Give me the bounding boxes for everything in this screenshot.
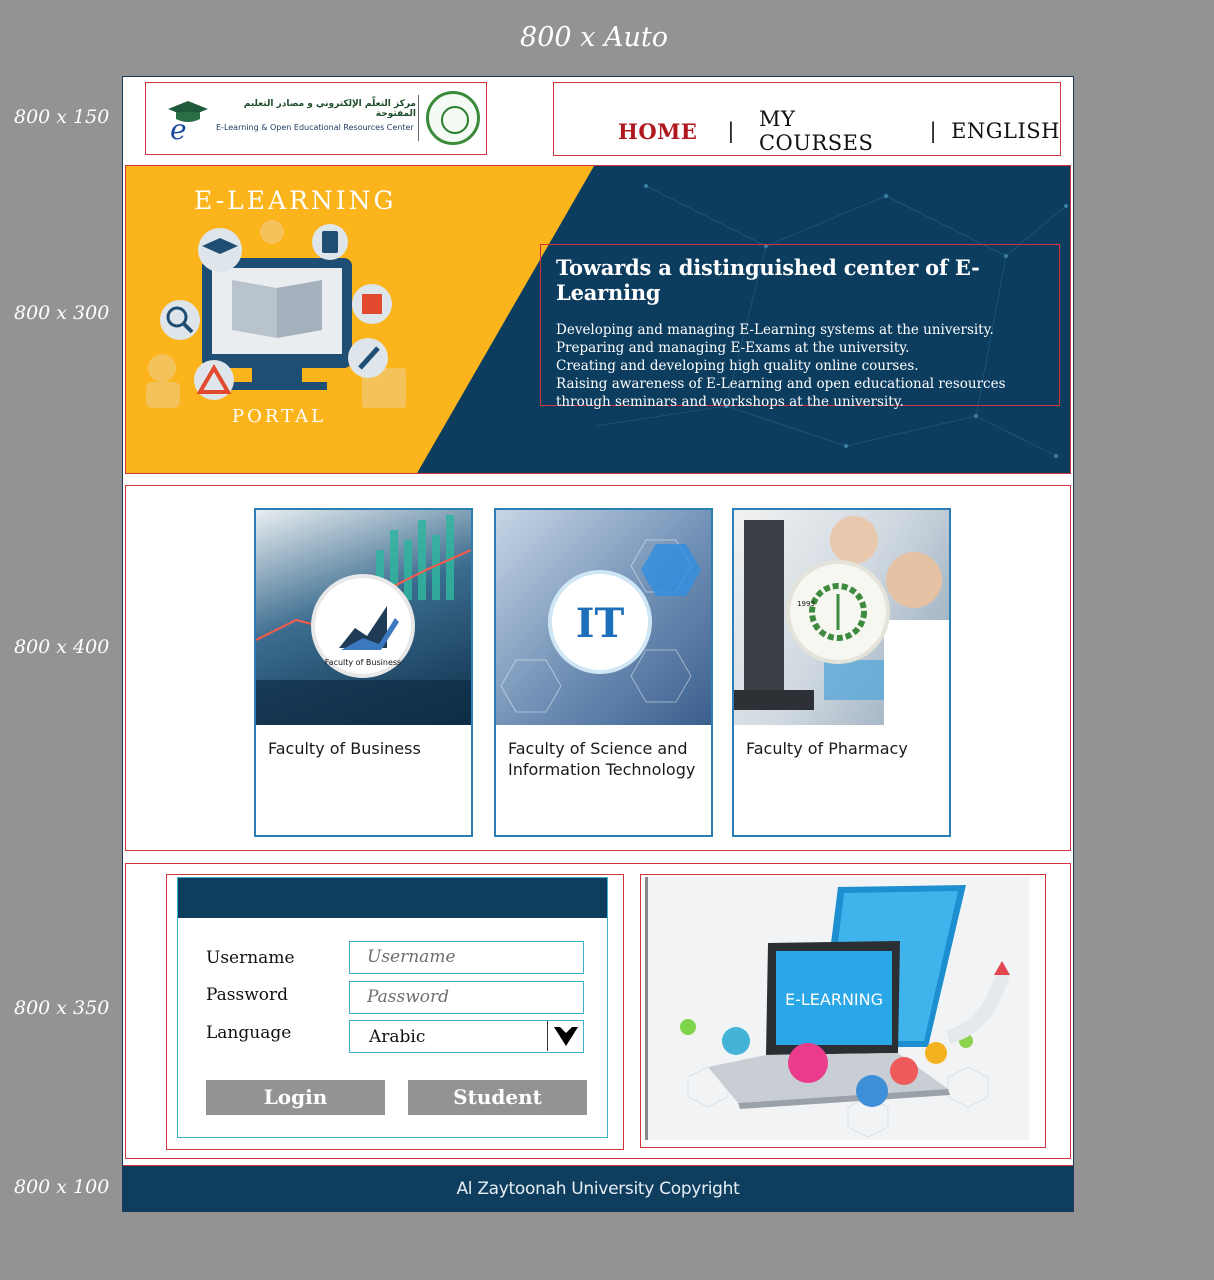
- laptop-screen-text: E-LEARNING: [785, 990, 883, 1009]
- graduation-cap-icon: e: [168, 101, 208, 141]
- login-form: Username Username Password Password Lang…: [177, 877, 608, 1138]
- business-faculty-logo: Faculty of Business: [311, 574, 415, 678]
- logo-english-text: E-Learning & Open Educational Resources …: [216, 123, 414, 132]
- language-label: Language: [206, 1023, 292, 1043]
- business-faculty-image: Faculty of Business: [256, 510, 471, 725]
- mission-line: Preparing and managing E-Exams at the un…: [556, 340, 910, 356]
- e-learning-monitor-illustration: [146, 220, 406, 408]
- mission-statement: Towards a distinguished center of E-Lear…: [540, 244, 1060, 410]
- logo-divider: [418, 95, 419, 141]
- login-size-label: 800 x 350: [14, 997, 110, 1019]
- language-selected-value: Arabic: [369, 1027, 426, 1047]
- mission-line: Creating and developing high quality onl…: [556, 358, 919, 374]
- main-nav: HOME | MY COURSES | ENGLISH: [553, 82, 1061, 156]
- svg-text:e: e: [170, 113, 187, 141]
- faculty-card-science-it[interactable]: IT Faculty of Science and Information Te…: [494, 508, 713, 837]
- faculties-size-label: 800 x 400: [14, 636, 110, 658]
- hero-banner: E-LEARNING PORTAL Towards a distinguishe…: [125, 165, 1071, 474]
- pharmacy-badge-year: 1993: [797, 600, 815, 608]
- footer-size-label: 800 x 100: [14, 1176, 110, 1198]
- faculty-pharmacy-label: Faculty of Pharmacy: [746, 739, 908, 758]
- password-label: Password: [206, 985, 289, 1005]
- footer-copyright: Al Zaytoonah University Copyright: [123, 1165, 1073, 1211]
- hero-title: Towards a distinguished center of E-Lear…: [556, 255, 980, 305]
- hero-size-label: 800 x 300: [14, 302, 110, 324]
- faculties-section: Faculty of Business Faculty of Business …: [125, 485, 1071, 851]
- faculty-science-it-label: Faculty of Science and Information Techn…: [508, 739, 696, 779]
- pharmacy-faculty-image: 1993: [734, 510, 949, 725]
- center-logo: e مركز التعلّم الإلكتروني و مصادر التعلي…: [164, 91, 480, 147]
- header-size-label: 800 x 150: [14, 106, 110, 128]
- illustration-container: E-LEARNING: [640, 874, 1046, 1148]
- student-button[interactable]: Student: [408, 1080, 587, 1115]
- username-input[interactable]: Username: [349, 941, 584, 974]
- logo-arabic-text: مركز التعلّم الإلكتروني و مصادر التعليم …: [243, 99, 416, 119]
- username-label: Username: [206, 948, 295, 968]
- page-mockup: e مركز التعلّم الإلكتروني و مصادر التعلي…: [122, 76, 1074, 1212]
- nav-home-link[interactable]: HOME: [618, 119, 697, 144]
- science-it-badge-text: IT: [575, 600, 625, 647]
- nav-separator: |: [727, 119, 735, 143]
- banner-e-learning-title: E-LEARNING: [194, 186, 397, 215]
- dropdown-arrow-icon[interactable]: [547, 1021, 583, 1051]
- login-form-header: [178, 878, 607, 918]
- faculty-card-business[interactable]: Faculty of Business Faculty of Business: [254, 508, 473, 837]
- password-input[interactable]: Password: [349, 981, 584, 1014]
- business-badge-text: Faculty of Business: [324, 658, 402, 667]
- logo-area[interactable]: e مركز التعلّم الإلكتروني و مصادر التعلي…: [145, 82, 487, 155]
- nav-english-link[interactable]: ENGLISH: [951, 119, 1060, 143]
- faculty-card-pharmacy[interactable]: 1993 Faculty of Pharmacy: [732, 508, 951, 837]
- language-select[interactable]: Arabic: [349, 1020, 584, 1053]
- university-seal-icon: [426, 91, 480, 145]
- science-it-faculty-logo: IT: [548, 570, 652, 674]
- login-section: Username Username Password Password Lang…: [125, 863, 1071, 1159]
- banner-portal-title: PORTAL: [232, 406, 327, 427]
- science-it-faculty-image: IT: [496, 510, 711, 725]
- mission-line: Raising awareness of E-Learning and open…: [556, 376, 1006, 410]
- login-button[interactable]: Login: [206, 1080, 385, 1115]
- layout-spec-title: 800 x Auto: [520, 22, 668, 53]
- nav-my-courses-link[interactable]: MY COURSES: [759, 107, 904, 155]
- pharmacy-faculty-logo: 1993: [786, 560, 890, 664]
- login-form-container: Username Username Password Password Lang…: [166, 874, 624, 1150]
- faculty-business-label: Faculty of Business: [268, 739, 421, 758]
- nav-separator: |: [929, 119, 938, 143]
- mission-line: Developing and managing E-Learning syste…: [556, 322, 994, 338]
- e-learning-laptop-illustration: E-LEARNING: [645, 877, 1029, 1140]
